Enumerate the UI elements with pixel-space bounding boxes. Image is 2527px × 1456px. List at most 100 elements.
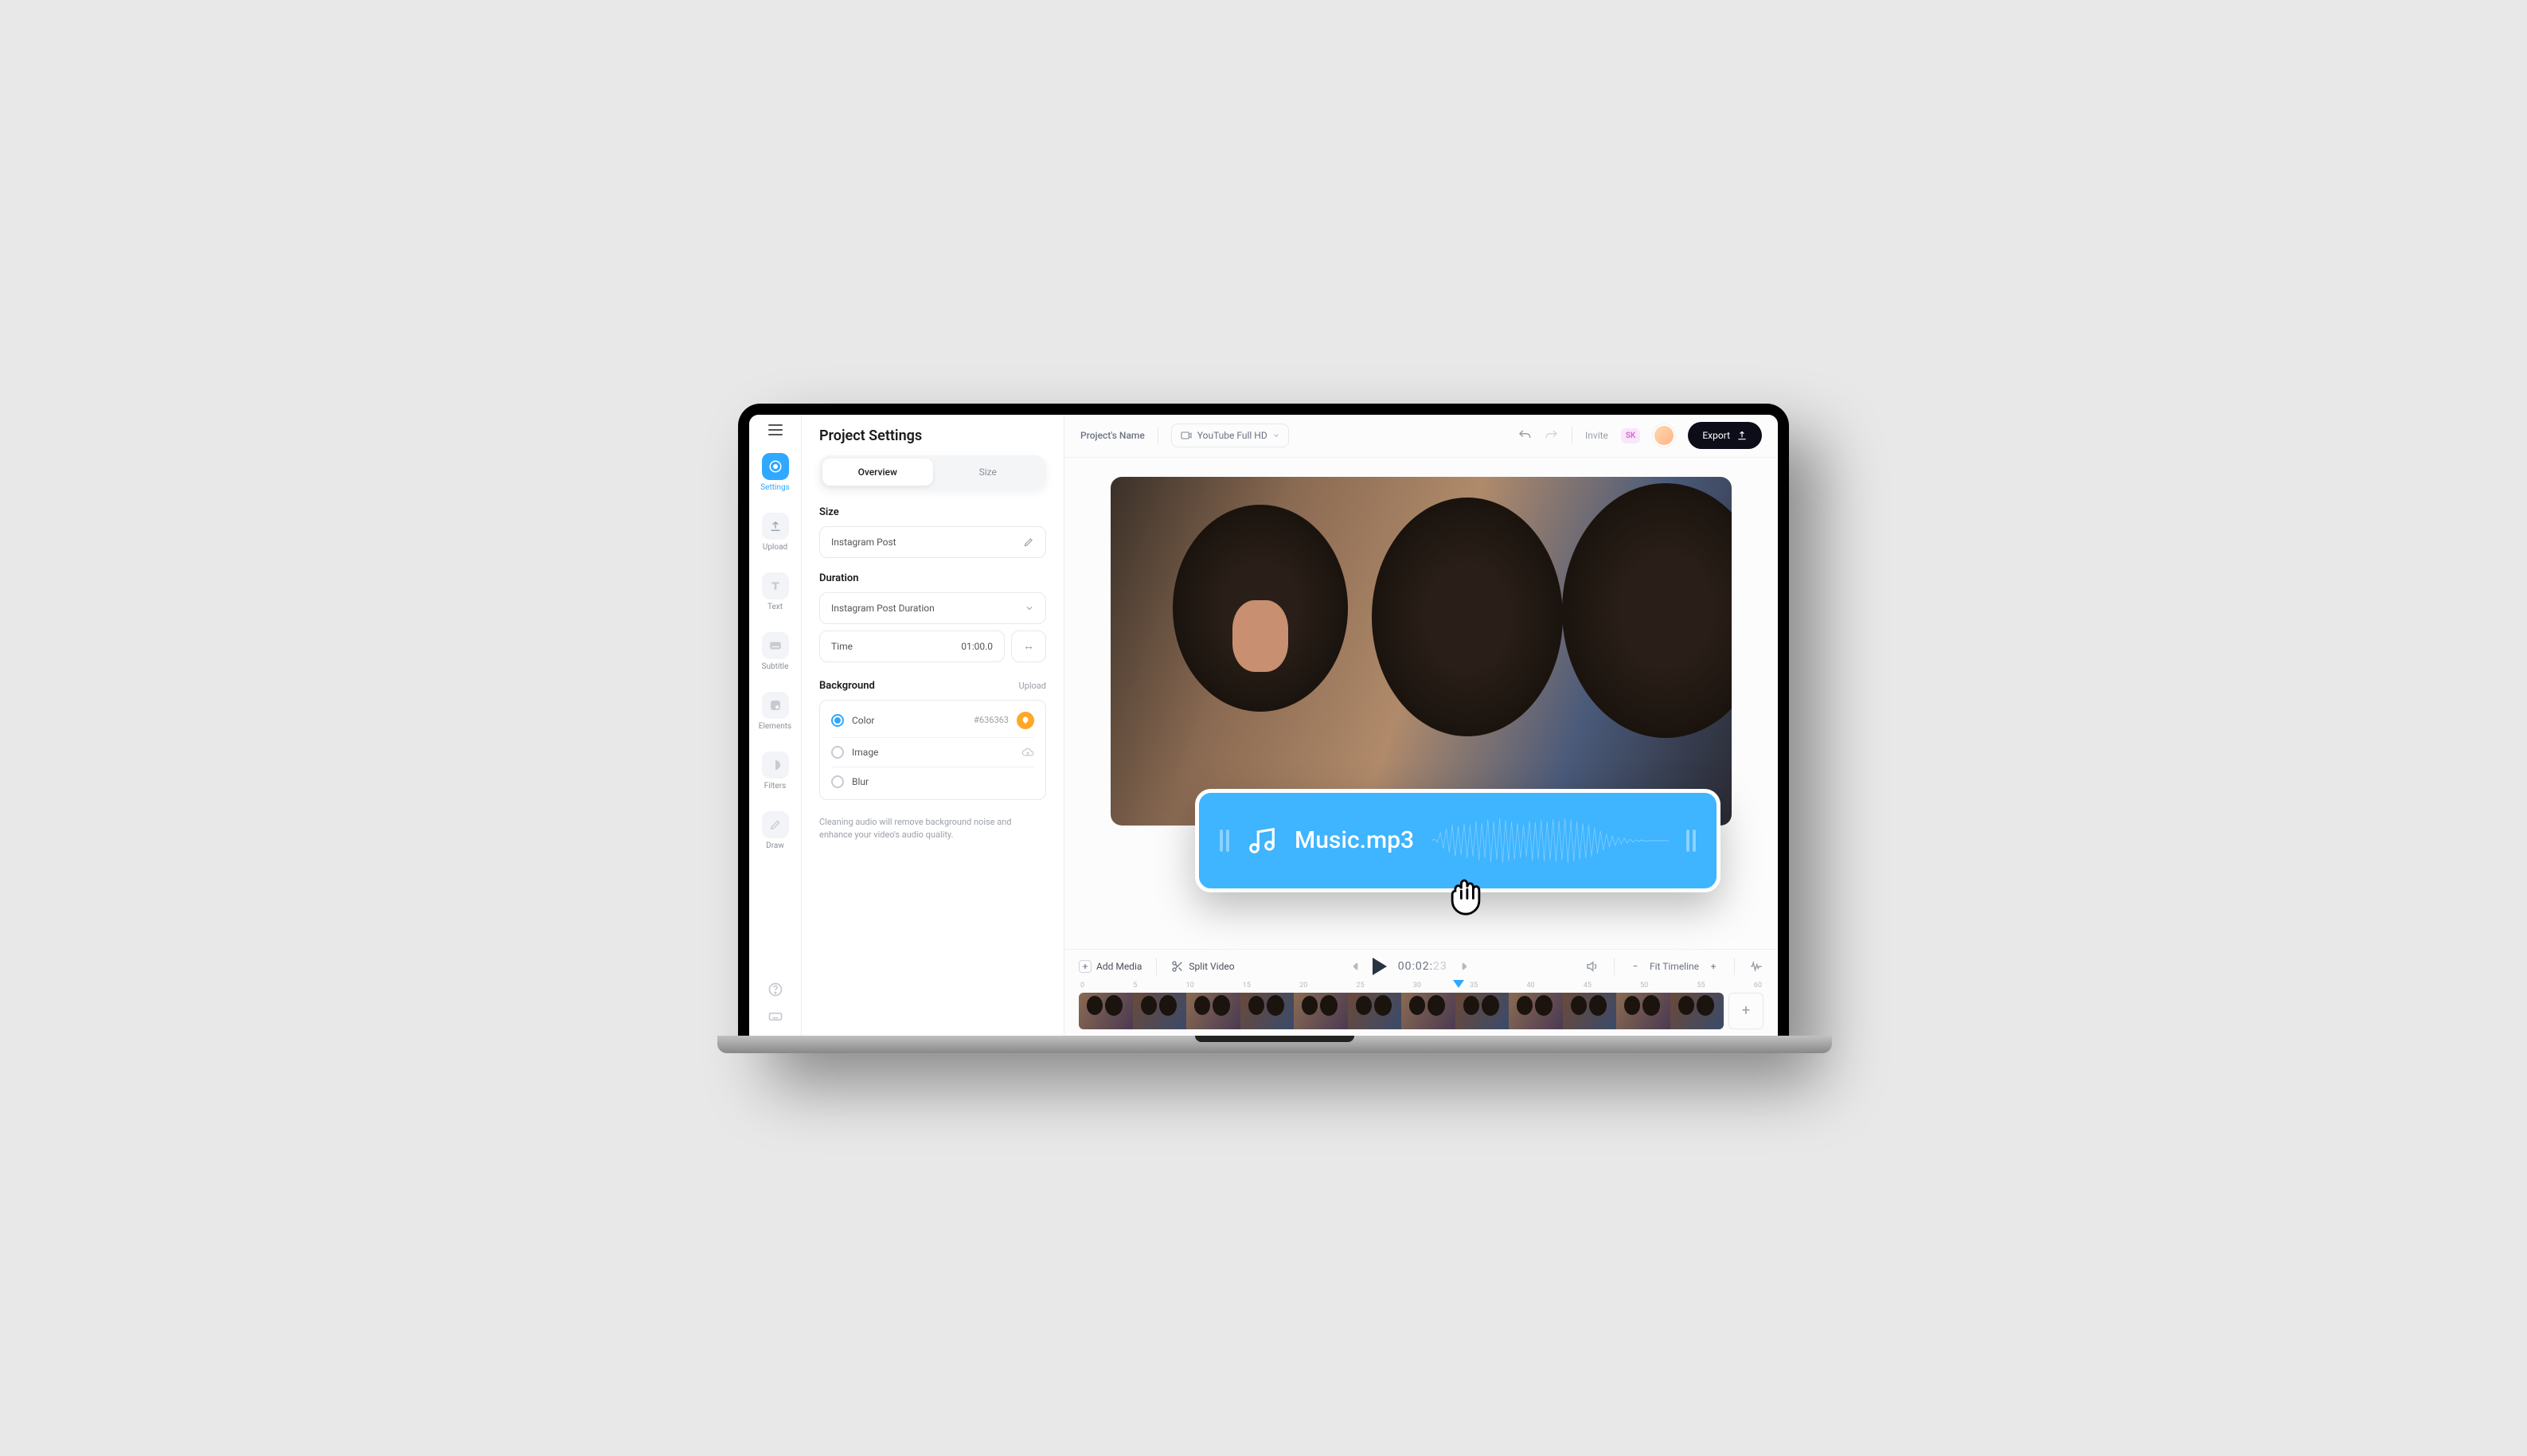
upload-icon xyxy=(762,513,789,540)
bg-option-image[interactable]: Image xyxy=(831,738,1034,767)
rail-settings[interactable]: Settings xyxy=(749,450,801,495)
bg-image-label: Image xyxy=(852,747,1014,758)
project-name[interactable]: Project's Name xyxy=(1080,430,1145,441)
clip-thumb[interactable] xyxy=(1133,993,1187,1029)
help-icon[interactable] xyxy=(767,982,783,997)
time-row: Time 01:00.0 ↔ xyxy=(819,630,1046,662)
background-options: Color #636363 Image Blur xyxy=(819,700,1046,800)
timeline-track[interactable] xyxy=(1079,993,1724,1029)
clip-thumb[interactable] xyxy=(1079,993,1133,1029)
rewind-icon[interactable] xyxy=(1349,960,1361,973)
main-area: Project's Name YouTube Full HD Invite SK… xyxy=(1064,415,1778,1036)
divider xyxy=(1156,958,1157,975)
export-button[interactable]: Export xyxy=(1688,422,1762,449)
menu-icon[interactable] xyxy=(768,424,783,435)
topbar: Project's Name YouTube Full HD Invite SK… xyxy=(1064,415,1778,458)
clip-handle-left[interactable] xyxy=(1220,829,1229,852)
divider xyxy=(1734,958,1735,975)
background-label: Background xyxy=(819,680,875,692)
tab-size[interactable]: Size xyxy=(933,459,1044,486)
rail-label: Text xyxy=(767,603,783,611)
upload-icon xyxy=(1736,430,1748,441)
clip-thumb[interactable] xyxy=(1455,993,1510,1029)
bg-color-label: Color xyxy=(852,715,966,726)
scissors-icon xyxy=(1171,960,1184,973)
duration-preset-select[interactable]: Instagram Post Duration xyxy=(820,593,1045,623)
panel-tabs: Overview Size xyxy=(819,455,1046,489)
grab-cursor-icon xyxy=(1442,869,1490,916)
rail-upload[interactable]: Upload xyxy=(749,509,801,555)
rail-elements[interactable]: Elements xyxy=(749,689,801,734)
panel-title: Project Settings xyxy=(819,427,1046,444)
zoom-out-button[interactable]: − xyxy=(1629,960,1642,973)
clip-thumb[interactable] xyxy=(1186,993,1240,1029)
duration-block: Instagram Post Duration xyxy=(819,592,1046,624)
user-badge[interactable]: SK xyxy=(1621,428,1640,443)
clip-thumb[interactable] xyxy=(1563,993,1617,1029)
plus-icon: + xyxy=(1079,960,1092,973)
undo-icon[interactable] xyxy=(1517,428,1532,443)
help-text: Cleaning audio will remove background no… xyxy=(819,816,1046,842)
chevron-down-icon xyxy=(1272,431,1280,439)
keyboard-icon[interactable] xyxy=(767,1009,783,1025)
elements-icon xyxy=(762,692,789,719)
bg-option-blur[interactable]: Blur xyxy=(831,767,1034,796)
split-video-button[interactable]: Split Video xyxy=(1171,960,1234,973)
rail-label: Subtitle xyxy=(762,662,789,671)
timecode: 00:02:23 xyxy=(1398,960,1447,973)
export-preset-select[interactable]: YouTube Full HD xyxy=(1171,424,1289,447)
rail-text[interactable]: Text xyxy=(749,569,801,615)
filters-icon xyxy=(762,751,789,779)
clip-thumb[interactable] xyxy=(1348,993,1402,1029)
size-label: Size xyxy=(819,506,1046,518)
radio-icon xyxy=(831,746,844,759)
clip-thumb[interactable] xyxy=(1509,993,1563,1029)
rail-draw[interactable]: Draw xyxy=(749,808,801,853)
timeline-panel: + Add Media Split Video 00:02:23 xyxy=(1064,949,1778,1036)
tab-overview[interactable]: Overview xyxy=(822,459,933,486)
play-button[interactable] xyxy=(1373,958,1387,975)
color-picker-button[interactable] xyxy=(1017,712,1034,729)
text-icon xyxy=(762,572,789,599)
volume-icon[interactable] xyxy=(1585,959,1599,974)
add-clip-button[interactable]: + xyxy=(1728,993,1763,1029)
clip-thumb[interactable] xyxy=(1616,993,1670,1029)
radio-icon xyxy=(831,775,844,788)
settings-panel: Project Settings Overview Size Size Inst… xyxy=(802,415,1064,1036)
export-label: Export xyxy=(1702,430,1730,441)
preview-canvas[interactable]: KAFA xyxy=(1111,477,1732,826)
draw-icon xyxy=(762,811,789,838)
zoom-in-button[interactable]: + xyxy=(1707,960,1720,973)
invite-link[interactable]: Invite xyxy=(1585,430,1608,441)
bg-blur-label: Blur xyxy=(852,776,1034,787)
audio-filename: Music.mp3 xyxy=(1295,826,1414,854)
time-value: 01:00.0 xyxy=(961,641,993,652)
size-field[interactable]: Instagram Post xyxy=(819,526,1046,558)
music-note-icon xyxy=(1247,826,1277,856)
rail-subtitle[interactable]: Subtitle xyxy=(749,629,801,674)
rail-label: Elements xyxy=(759,722,791,731)
rail-label: Filters xyxy=(764,782,787,790)
time-stretch-button[interactable]: ↔ xyxy=(1011,630,1046,662)
rail-filters[interactable]: Filters xyxy=(749,748,801,794)
add-media-button[interactable]: + Add Media xyxy=(1079,960,1142,973)
clip-thumb[interactable] xyxy=(1401,993,1455,1029)
redo-icon[interactable] xyxy=(1545,428,1559,443)
chevron-down-icon xyxy=(1025,603,1034,613)
background-upload-link[interactable]: Upload xyxy=(1019,681,1046,691)
clip-thumb[interactable] xyxy=(1240,993,1295,1029)
bg-option-color[interactable]: Color #636363 xyxy=(831,704,1034,737)
avatar[interactable] xyxy=(1653,424,1675,447)
clip-thumb[interactable] xyxy=(1294,993,1348,1029)
clip-thumb[interactable] xyxy=(1670,993,1724,1029)
forward-icon[interactable] xyxy=(1459,960,1471,973)
record-icon xyxy=(762,453,789,480)
clip-handle-right[interactable] xyxy=(1686,829,1696,852)
fit-timeline-control: − Fit Timeline + xyxy=(1629,960,1720,973)
playhead[interactable] xyxy=(1453,980,1464,988)
timeline-ruler[interactable]: 0 5 10 15 20 25 30 35 40 45 50 55 60 xyxy=(1079,975,1763,993)
waveform-toggle-icon[interactable] xyxy=(1749,959,1763,974)
time-field[interactable]: Time 01:00.0 xyxy=(819,630,1005,662)
laptop-mock: Settings Upload Text Subtitle xyxy=(738,404,1789,1053)
cloud-upload-icon xyxy=(1021,746,1034,759)
